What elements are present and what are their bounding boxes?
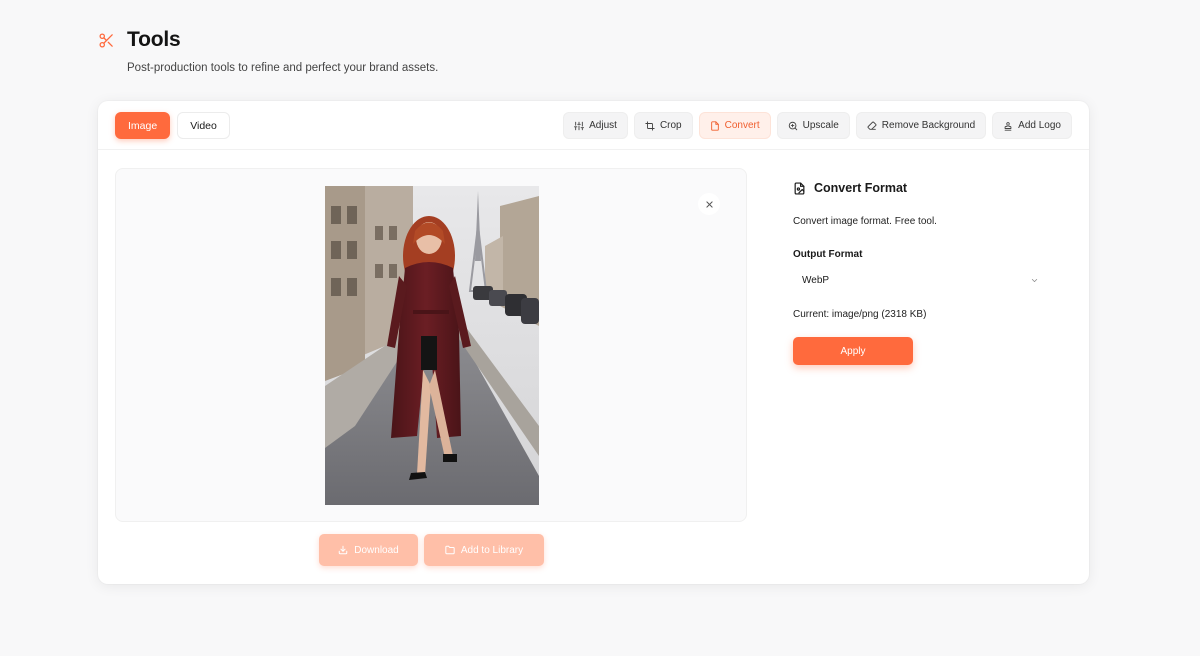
tab-video[interactable]: Video bbox=[177, 112, 230, 139]
crop-label: Crop bbox=[659, 120, 682, 131]
image-preview bbox=[115, 168, 747, 522]
tab-image[interactable]: Image bbox=[115, 112, 171, 139]
remove-background-button[interactable]: Remove Background bbox=[855, 112, 987, 139]
preview-actions: Download Add to Library bbox=[319, 534, 544, 566]
upscale-label: Upscale bbox=[802, 120, 839, 131]
file-image-icon bbox=[794, 181, 805, 195]
page-subtitle: Post-production tools to refine and perf… bbox=[127, 62, 439, 74]
tool-buttons: Adjust Crop Convert Upscale Remove Backg… bbox=[563, 112, 1072, 139]
tools-card: Image Video Adjust Crop Convert Upscale … bbox=[98, 101, 1089, 584]
download-icon bbox=[339, 545, 348, 555]
toolbar: Image Video Adjust Crop Convert Upscale … bbox=[98, 101, 1089, 150]
convert-button[interactable]: Convert bbox=[698, 112, 771, 139]
chevron-down-icon bbox=[1031, 278, 1038, 282]
stamp-icon bbox=[1004, 121, 1012, 131]
preview-photo bbox=[325, 186, 539, 505]
panel-title: Convert Format bbox=[814, 181, 908, 195]
current-format: Current: image/png (2318 KB) bbox=[793, 309, 927, 320]
close-icon bbox=[705, 200, 713, 208]
page-header: Tools Post-production tools to refine an… bbox=[98, 28, 438, 74]
page-title: Tools bbox=[127, 28, 181, 51]
apply-button[interactable]: Apply bbox=[793, 337, 913, 365]
upscale-button[interactable]: Upscale bbox=[776, 112, 850, 139]
file-icon bbox=[710, 120, 719, 131]
add-logo-label: Add Logo bbox=[1018, 120, 1061, 131]
zoom-in-icon bbox=[788, 121, 797, 130]
scissors-icon bbox=[98, 32, 115, 49]
crop-icon bbox=[645, 120, 655, 131]
convert-label: Convert bbox=[724, 120, 760, 131]
folder-icon bbox=[445, 545, 455, 555]
remove-background-label: Remove Background bbox=[881, 120, 976, 131]
output-format-select[interactable]: WebP bbox=[793, 268, 1048, 292]
eraser-icon bbox=[867, 121, 877, 130]
adjust-button[interactable]: Adjust bbox=[563, 112, 628, 139]
close-preview-button[interactable] bbox=[698, 193, 720, 215]
download-label: Download bbox=[354, 544, 399, 556]
download-button[interactable]: Download bbox=[319, 534, 418, 566]
output-format-value: WebP bbox=[802, 274, 830, 286]
adjust-label: Adjust bbox=[589, 120, 617, 131]
mode-tabs: Image Video bbox=[115, 112, 230, 139]
add-logo-button[interactable]: Add Logo bbox=[992, 112, 1072, 139]
panel-description: Convert image format. Free tool. bbox=[793, 216, 937, 227]
add-to-library-button[interactable]: Add to Library bbox=[424, 534, 544, 566]
output-format-label: Output Format bbox=[793, 249, 863, 260]
add-to-library-label: Add to Library bbox=[460, 544, 524, 556]
crop-button[interactable]: Crop bbox=[633, 112, 693, 139]
sliders-icon bbox=[574, 121, 585, 130]
convert-panel: Convert Format Convert image format. Fre… bbox=[793, 181, 1048, 365]
